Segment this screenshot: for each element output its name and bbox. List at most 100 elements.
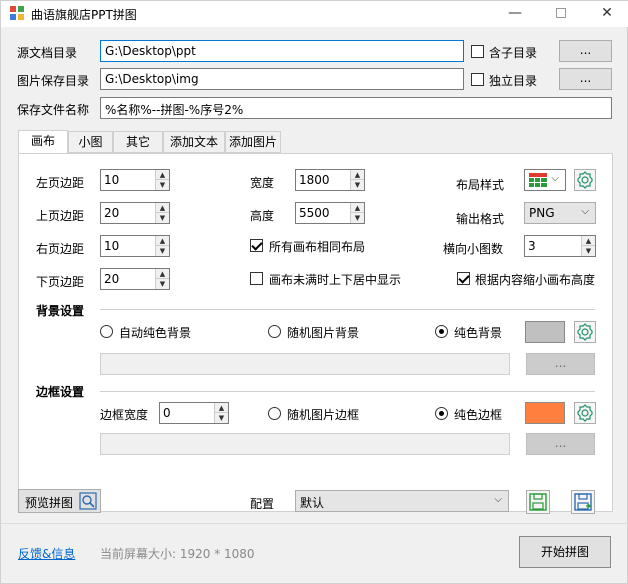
tab-other[interactable]: 其它: [113, 131, 163, 153]
spin-up-icon[interactable]: ▲: [156, 269, 169, 279]
same-layout-checkbox[interactable]: [250, 239, 263, 252]
spin-up-icon[interactable]: ▲: [156, 236, 169, 246]
save-icon: [529, 493, 547, 511]
auto-solid-bg-radio[interactable]: [100, 325, 113, 338]
top-margin-value: 20: [104, 206, 120, 220]
border-section-label: 边框设置: [36, 385, 85, 399]
horizontal-count-label: 横向小图数: [443, 242, 504, 256]
background-section-label: 背景设置: [36, 304, 85, 318]
source-dir-label: 源文档目录: [17, 46, 78, 60]
maximize-icon[interactable]: [539, 1, 583, 27]
minimize-icon[interactable]: —: [493, 1, 537, 27]
spin-down-icon[interactable]: ▼: [156, 279, 169, 289]
solid-border-label: 纯色边框: [454, 408, 503, 422]
right-margin-label: 右页边距: [36, 242, 85, 256]
chevron-down-icon: ⌵: [494, 494, 502, 505]
horizontal-count-stepper[interactable]: 3 ▲ ▼: [524, 235, 596, 257]
left-margin-stepper[interactable]: 10 ▲ ▼: [100, 169, 170, 191]
config-value: 默认: [300, 496, 325, 510]
spin-down-icon[interactable]: ▼: [156, 246, 169, 256]
width-stepper[interactable]: 1800 ▲ ▼: [295, 169, 365, 191]
save-config-button[interactable]: [526, 490, 550, 514]
filename-input[interactable]: %名称%--拼图-%序号2%: [100, 97, 612, 119]
spin-down-icon[interactable]: ▼: [156, 180, 169, 190]
same-layout-label: 所有画布相同布局: [269, 240, 366, 254]
background-browse-button[interactable]: ...: [526, 353, 595, 375]
width-label: 宽度: [250, 176, 275, 190]
border-width-stepper[interactable]: 0 ▲ ▼: [159, 402, 229, 424]
solid-bg-radio[interactable]: [435, 325, 448, 338]
save-as-config-button[interactable]: [571, 490, 595, 514]
bottom-margin-stepper[interactable]: 20 ▲ ▼: [100, 268, 170, 290]
spin-down-icon[interactable]: ▼: [351, 180, 364, 190]
tab-canvas[interactable]: 画布: [18, 130, 68, 154]
horizontal-count-value: 3: [528, 239, 536, 253]
layout-grid-icon: [529, 173, 547, 187]
independent-dir-checkbox[interactable]: [471, 73, 484, 86]
image-browse-button[interactable]: ...: [559, 68, 612, 90]
left-margin-value: 10: [104, 173, 120, 187]
layout-style-select[interactable]: ⌵: [524, 169, 566, 191]
solid-border-radio[interactable]: [435, 407, 448, 420]
bottom-margin-value: 20: [104, 272, 120, 286]
tab-add-image[interactable]: 添加图片: [225, 131, 281, 153]
output-format-select[interactable]: PNG ⌵: [524, 202, 596, 224]
spin-up-icon[interactable]: ▲: [351, 170, 364, 180]
spin-up-icon[interactable]: ▲: [215, 403, 228, 413]
config-label: 配置: [250, 497, 275, 511]
preview-button[interactable]: 预览拼图: [18, 489, 101, 513]
spin-up-icon[interactable]: ▲: [351, 203, 364, 213]
config-select[interactable]: 默认 ⌵: [295, 490, 509, 512]
right-margin-stepper[interactable]: 10 ▲ ▼: [100, 235, 170, 257]
feedback-link[interactable]: 反馈&信息: [18, 545, 75, 562]
tab-small-image[interactable]: 小图: [68, 131, 113, 153]
border-settings-button[interactable]: [574, 402, 596, 424]
height-label: 高度: [250, 209, 275, 223]
image-dir-input[interactable]: G:\Desktop\img: [100, 68, 464, 90]
bottom-margin-label: 下页边距: [36, 275, 85, 289]
border-width-value: 0: [163, 406, 171, 420]
background-color-swatch[interactable]: [525, 321, 565, 343]
top-margin-stepper[interactable]: 20 ▲ ▼: [100, 202, 170, 224]
width-value: 1800: [299, 173, 330, 187]
auto-solid-bg-label: 自动纯色背景: [119, 326, 192, 340]
output-format-value: PNG: [529, 206, 555, 220]
background-image-path-input: [100, 353, 510, 375]
tab-add-text[interactable]: 添加文本: [163, 131, 225, 153]
height-stepper[interactable]: 5500 ▲ ▼: [295, 202, 365, 224]
solid-bg-label: 纯色背景: [454, 326, 503, 340]
top-margin-label: 上页边距: [36, 209, 85, 223]
spin-down-icon[interactable]: ▼: [351, 213, 364, 223]
spin-down-icon[interactable]: ▼: [215, 413, 228, 423]
app-window: 曲语旗舰店PPT拼图 — ✕ 源文档目录 G:\Desktop\ppt 含子目录…: [0, 0, 628, 584]
spin-up-icon[interactable]: ▲: [156, 203, 169, 213]
shrink-height-label: 根据内容缩小画布高度: [475, 273, 596, 287]
include-subdir-checkbox[interactable]: [471, 45, 484, 58]
spin-down-icon[interactable]: ▼: [582, 246, 595, 256]
image-dir-label: 图片保存目录: [17, 74, 90, 88]
border-browse-button[interactable]: ...: [526, 433, 595, 455]
gear-icon: [577, 404, 593, 422]
height-value: 5500: [299, 206, 330, 220]
border-color-swatch[interactable]: [525, 402, 565, 424]
random-image-bg-radio[interactable]: [268, 325, 281, 338]
independent-dir-label: 独立目录: [489, 74, 538, 88]
layout-settings-button[interactable]: [574, 169, 596, 191]
shrink-height-checkbox[interactable]: [457, 272, 470, 285]
spin-down-icon[interactable]: ▼: [156, 213, 169, 223]
start-button[interactable]: 开始拼图: [519, 536, 611, 568]
center-vertical-label: 画布未满时上下居中显示: [269, 273, 402, 287]
close-icon[interactable]: ✕: [585, 1, 628, 27]
spin-up-icon[interactable]: ▲: [156, 170, 169, 180]
background-settings-button[interactable]: [574, 321, 596, 343]
app-icon: [10, 6, 24, 20]
left-margin-label: 左页边距: [36, 176, 85, 190]
random-image-border-radio[interactable]: [268, 407, 281, 420]
center-vertical-checkbox[interactable]: [250, 272, 263, 285]
background-divider: [100, 309, 595, 310]
window-title: 曲语旗舰店PPT拼图: [31, 8, 137, 22]
source-dir-input[interactable]: G:\Desktop\ppt: [100, 40, 464, 62]
title-bar: 曲语旗舰店PPT拼图 — ✕: [1, 1, 628, 27]
source-browse-button[interactable]: ...: [559, 40, 612, 62]
spin-up-icon[interactable]: ▲: [582, 236, 595, 246]
